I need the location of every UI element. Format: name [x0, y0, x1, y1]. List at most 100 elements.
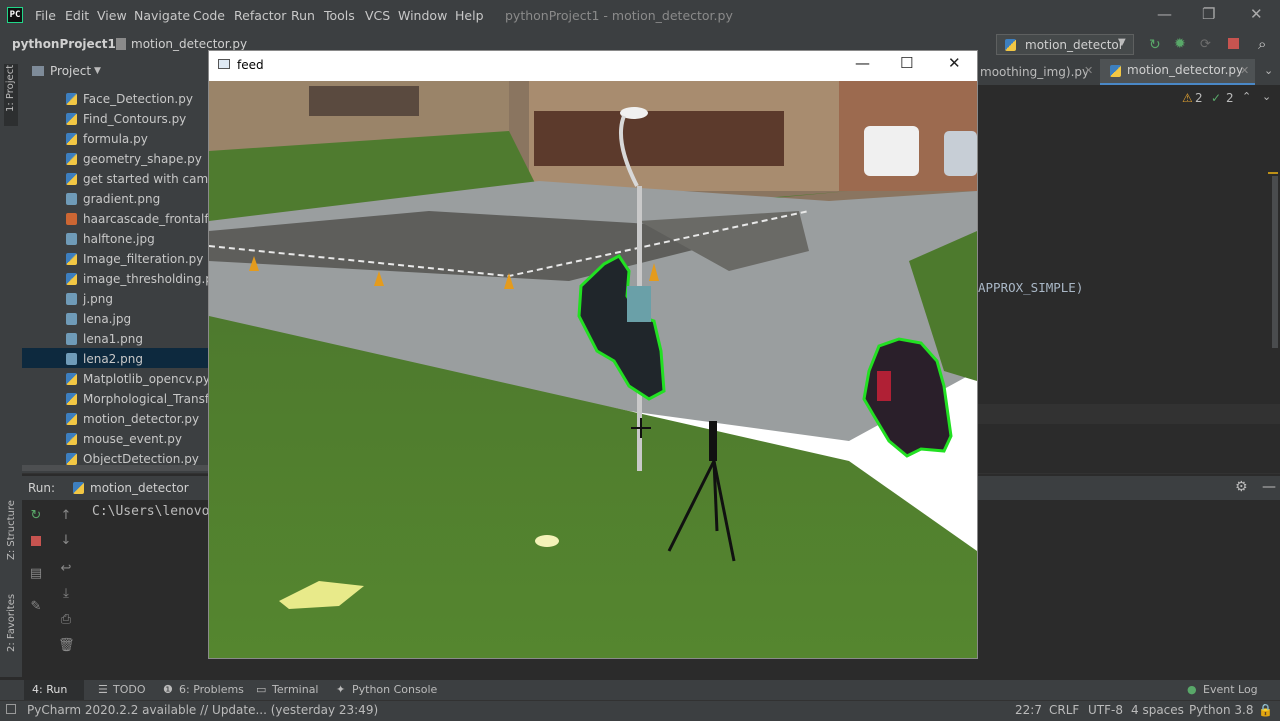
chevron-down-icon[interactable]: ▼: [94, 66, 101, 76]
menu-edit[interactable]: Edit: [65, 8, 89, 23]
menu-navigate[interactable]: Navigate: [134, 8, 190, 23]
close-icon[interactable]: ✕: [1084, 64, 1093, 77]
favorites-tool-label[interactable]: 2: Favorites: [6, 594, 17, 652]
horizontal-scrollbar[interactable]: [22, 465, 208, 471]
gear-icon[interactable]: ⚙: [1235, 479, 1248, 495]
indent-setting[interactable]: 4 spaces: [1131, 703, 1184, 717]
status-message[interactable]: PyCharm 2020.2.2 available // Update... …: [27, 703, 378, 717]
menu-file[interactable]: File: [35, 8, 56, 23]
pin-icon[interactable]: ✎: [28, 599, 44, 615]
ok-count: 2: [1226, 91, 1234, 105]
tripod-mast: [709, 421, 717, 461]
menu-code[interactable]: Code: [193, 8, 225, 23]
tab-motion-detector[interactable]: motion_detector.py ✕: [1100, 59, 1255, 85]
chevron-down-icon[interactable]: ⌄: [1262, 90, 1271, 103]
debug-icon[interactable]: ✹: [1174, 36, 1186, 52]
tool-tab-todo[interactable]: TODO: [113, 683, 146, 696]
arrow-down-icon[interactable]: ↓: [58, 533, 74, 549]
tree-item-label: get started with camera: [83, 172, 228, 186]
tool-tab-python-console[interactable]: Python Console: [352, 683, 437, 696]
python-file-icon: [66, 113, 77, 125]
litter: [535, 535, 559, 547]
console-output[interactable]: C:\Users\lenovo: [92, 504, 209, 519]
python-file-icon: [66, 253, 77, 265]
scroll-to-end-icon[interactable]: ⤓: [58, 586, 74, 602]
run-config-label: motion_detector: [1025, 38, 1124, 52]
video-frame[interactable]: [209, 81, 977, 658]
run-config-tab[interactable]: motion_detector: [90, 481, 189, 495]
file-encoding[interactable]: UTF-8: [1088, 703, 1123, 717]
chevron-down-icon: ▼: [1118, 37, 1126, 48]
tree-item-label: lena2.png: [83, 352, 143, 366]
lock-icon[interactable]: 🔒: [1258, 703, 1273, 717]
search-icon[interactable]: ⌕: [1258, 35, 1266, 53]
menu-run[interactable]: Run: [291, 8, 315, 23]
run-config-selector[interactable]: motion_detector ▼: [996, 34, 1134, 55]
tab-smoothing[interactable]: moothing_img).py: [980, 61, 1089, 83]
feed-maximize-button[interactable]: ☐: [900, 54, 913, 72]
stop-icon[interactable]: [31, 536, 41, 546]
caret-position[interactable]: 22:7: [1015, 703, 1042, 717]
tree-item-label: Face_Detection.py: [83, 92, 193, 106]
python-file-icon: [66, 433, 77, 445]
folder-icon: [116, 38, 126, 50]
info-icon: ❶: [163, 683, 173, 696]
hide-panel-icon[interactable]: —: [1262, 479, 1276, 495]
sign-board: [627, 286, 651, 322]
python-file-icon: [66, 373, 77, 385]
tree-item-label: motion_detector.py: [83, 412, 200, 426]
warning-icon[interactable]: ⚠: [1182, 91, 1193, 105]
feed-close-button[interactable]: ✕: [948, 54, 961, 72]
event-log-icon: ●: [1187, 683, 1197, 696]
chevron-up-icon[interactable]: ⌃: [1242, 90, 1251, 103]
menu-help[interactable]: Help: [455, 8, 484, 23]
tool-tab-terminal[interactable]: Terminal: [272, 683, 319, 696]
image-file-icon: [66, 333, 77, 345]
menu-view[interactable]: View: [97, 8, 127, 23]
folder-icon: [32, 66, 44, 76]
menu-vcs[interactable]: VCS: [365, 8, 390, 23]
interpreter[interactable]: Python 3.8: [1189, 703, 1254, 717]
coverage-icon[interactable]: ⟳: [1200, 37, 1211, 52]
tool-tab-problems[interactable]: 6: Problems: [179, 683, 244, 696]
menu-refactor[interactable]: Refactor: [234, 8, 286, 23]
close-button[interactable]: ✕: [1250, 5, 1263, 23]
close-icon[interactable]: ✕: [1240, 64, 1249, 77]
python-console-icon: ✦: [336, 683, 346, 696]
line-separator[interactable]: CRLF: [1049, 703, 1079, 717]
breadcrumb-project[interactable]: pythonProject1: [12, 37, 116, 51]
left-building-windows: [309, 86, 419, 116]
image-file-icon: [66, 293, 77, 305]
feed-minimize-button[interactable]: —: [855, 54, 870, 72]
feed-window-title: feed: [237, 58, 264, 72]
arrow-up-icon[interactable]: ↑: [58, 508, 74, 524]
minimize-button[interactable]: —: [1157, 5, 1172, 23]
tab-list-icon[interactable]: ⌄: [1264, 64, 1273, 77]
tool-tab-event-log[interactable]: Event Log: [1203, 683, 1258, 696]
code-line[interactable]: APPROX_SIMPLE): [978, 280, 1083, 295]
red-jacket: [877, 371, 891, 401]
menu-window[interactable]: Window: [398, 8, 447, 23]
print-icon[interactable]: ⎙: [58, 612, 74, 628]
tool-tab-run[interactable]: 4: Run: [32, 683, 67, 696]
python-file-icon: [66, 393, 77, 405]
tree-item-label: Matplotlib_opencv.py: [83, 372, 210, 386]
toggle-panels-icon[interactable]: [6, 704, 16, 714]
list-icon: ☰: [98, 683, 108, 696]
rerun-icon[interactable]: ↻: [28, 508, 44, 524]
rerun-icon[interactable]: ↻: [1149, 37, 1161, 53]
menu-tools[interactable]: Tools: [324, 8, 355, 23]
editor-scrollbar[interactable]: [1272, 176, 1278, 348]
stop-icon[interactable]: [1228, 38, 1239, 49]
image-file-icon: [66, 353, 77, 365]
tab-label: motion_detector.py: [1127, 63, 1244, 77]
layout-icon[interactable]: ▤: [28, 566, 44, 582]
soft-wrap-icon[interactable]: ↩: [58, 561, 74, 577]
structure-tool-label[interactable]: Z: Structure: [6, 500, 17, 560]
project-panel-title[interactable]: Project: [50, 64, 91, 78]
trash-icon[interactable]: 🗑: [58, 638, 75, 654]
tree-item-label: j.png: [83, 292, 113, 306]
restore-button[interactable]: ❐: [1202, 5, 1215, 23]
breadcrumb-file[interactable]: motion_detector.py: [131, 37, 247, 51]
error-stripe-marker[interactable]: [1268, 172, 1278, 174]
